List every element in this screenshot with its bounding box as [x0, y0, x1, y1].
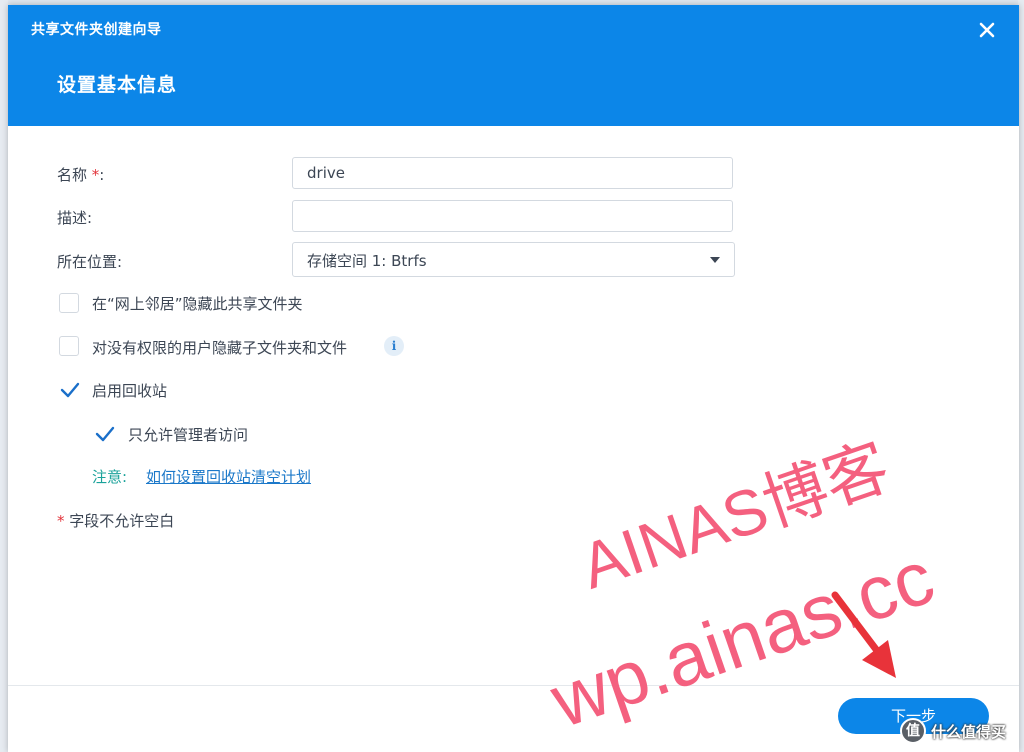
checkmark-icon [95, 426, 115, 442]
close-icon [979, 22, 995, 38]
required-field-note: * 字段不允许空白 [57, 510, 174, 531]
location-select-value: 存储空间 1: Btrfs [307, 252, 427, 270]
backdrop-left [0, 0, 8, 752]
hide-network-label: 在“网上邻居”隐藏此共享文件夹 [92, 295, 303, 313]
required-star: * [57, 512, 65, 530]
hide-network-checkbox[interactable] [59, 293, 79, 313]
step-title: 设置基本信息 [57, 74, 178, 96]
name-label-colon: : [99, 166, 105, 184]
name-label-text: 名称 [57, 166, 88, 184]
recycle-bin-label: 启用回收站 [92, 382, 168, 400]
admin-only-checkbox[interactable] [94, 423, 115, 443]
checkmark-icon [60, 382, 80, 398]
name-input[interactable] [292, 157, 733, 189]
required-note-text: 字段不允许空白 [64, 512, 175, 530]
close-button[interactable] [975, 18, 999, 42]
note-label: 注意: [92, 468, 128, 486]
admin-only-label: 只允许管理者访问 [128, 426, 249, 444]
description-label: 描述: [57, 209, 93, 227]
location-label: 所在位置: [57, 253, 123, 271]
wizard-title: 共享文件夹创建向导 [31, 22, 162, 38]
share-folder-wizard-dialog: 共享文件夹创建向导 设置基本信息 名称 *: 描述: 所在位置: 存储空间 1:… [8, 5, 1019, 752]
recycle-bin-checkbox[interactable] [59, 379, 80, 399]
site-badge: 值 什么值得买 [900, 718, 1022, 748]
description-input[interactable] [292, 200, 733, 232]
dialog-header: 共享文件夹创建向导 设置基本信息 [8, 5, 1019, 126]
hide-subfolders-checkbox[interactable] [59, 336, 79, 356]
site-logo: 值 [900, 718, 926, 744]
hide-subfolders-label: 对没有权限的用户隐藏子文件夹和文件 [92, 339, 348, 357]
location-select[interactable]: 存储空间 1: Btrfs [292, 242, 735, 277]
info-icon[interactable]: i [384, 336, 404, 356]
footer-divider [8, 685, 1019, 686]
name-label: 名称 *: [57, 164, 104, 185]
recycle-schedule-help-link[interactable]: 如何设置回收站清空计划 [146, 466, 311, 487]
chevron-down-icon [710, 257, 720, 263]
site-name: 什么值得买 [931, 723, 1007, 741]
